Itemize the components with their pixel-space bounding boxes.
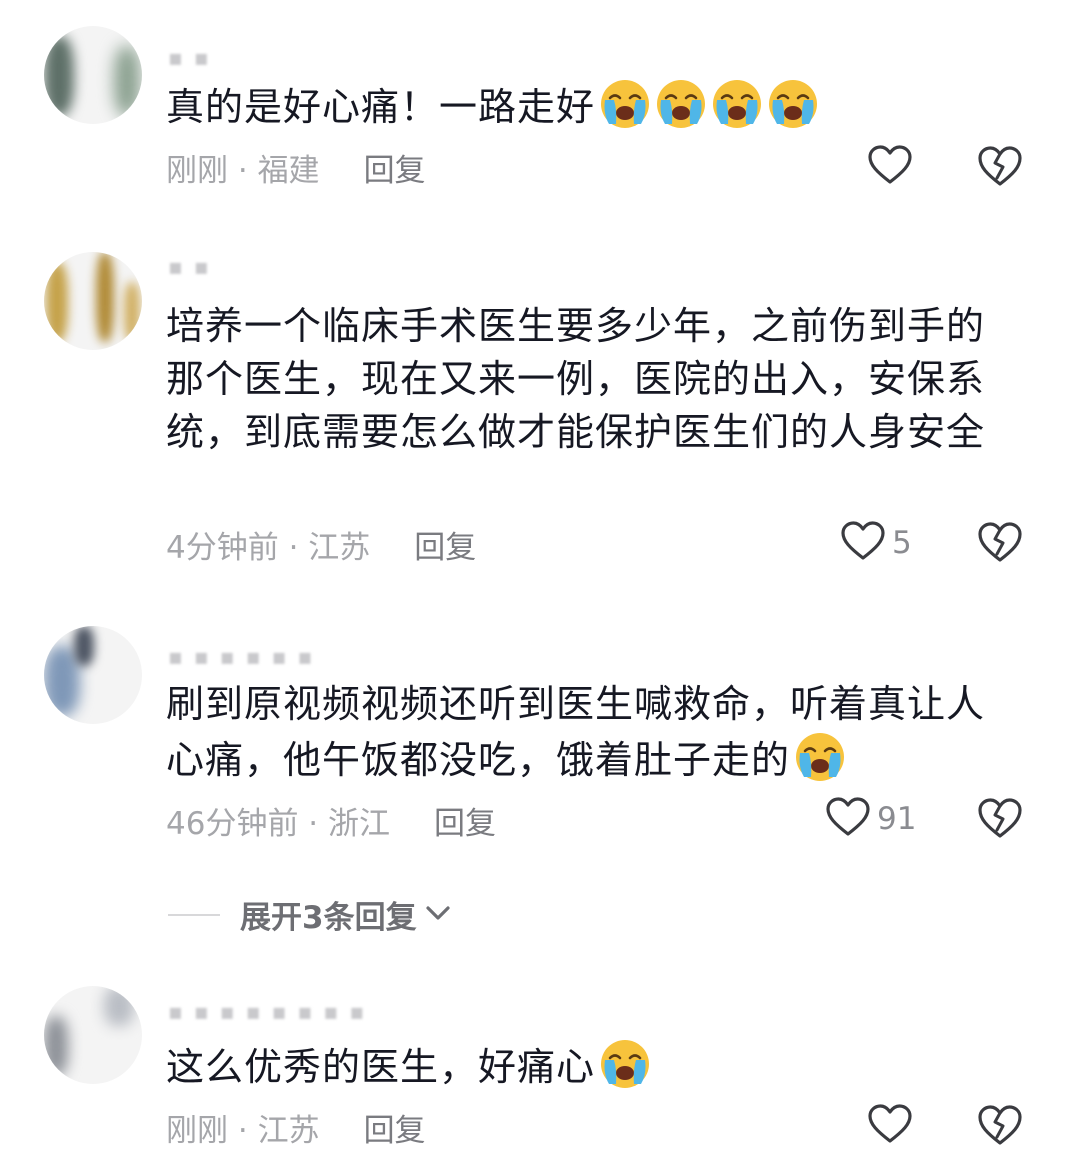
dislike-button[interactable]: [976, 520, 1024, 564]
comment-meta: 4分钟前 · 江苏 回复: [166, 522, 476, 567]
emoji-group: [595, 80, 819, 129]
username[interactable]: ▪ ▪: [168, 255, 228, 281]
like-count: 5: [892, 525, 912, 561]
comment-meta: 46分钟前 · 浙江 回复: [166, 798, 496, 843]
broken-heart-icon: [976, 146, 1024, 192]
comment-text-content: 培养一个临床手术医生要多少年，之前伤到手的那个医生，现在又来一例，医院的出入，安…: [166, 304, 986, 454]
comment-text-content: 真的是好心痛！一路走好: [166, 85, 596, 129]
location: 江苏: [257, 1113, 320, 1149]
timestamp: 46分钟前: [166, 806, 299, 842]
meta-separator: ·: [278, 530, 309, 566]
heart-outline-icon: [825, 796, 871, 842]
meta-separator: ·: [228, 153, 258, 189]
dislike-button[interactable]: [976, 796, 1024, 840]
timestamp: 刚刚: [166, 153, 228, 189]
emoji-group: [595, 1040, 651, 1089]
username[interactable]: ▪ ▪ ▪: [168, 46, 228, 72]
heart-outline-icon: [840, 520, 886, 566]
crying-face-emoji-icon: [599, 1038, 651, 1090]
broken-heart-icon: [976, 1105, 1024, 1150]
chevron-down-icon: [417, 901, 453, 929]
reply-button[interactable]: 回复: [364, 1113, 426, 1149]
timestamp: 刚刚: [166, 1113, 228, 1149]
comment-meta: 刚刚 · 福建 回复: [166, 145, 426, 190]
heart-outline-icon: [867, 144, 913, 190]
comment-text-content: 刷到原视频视频还听到医生喊救命，听着真让人心痛，他午饭都没吃，饿着肚子走的: [166, 682, 986, 782]
meta-separator: ·: [298, 806, 329, 842]
timestamp: 4分钟前: [166, 530, 279, 566]
avatar[interactable]: [44, 986, 142, 1084]
emoji-group: [790, 733, 846, 782]
location: 福建: [257, 153, 320, 189]
avatar[interactable]: [44, 26, 142, 124]
dislike-button[interactable]: [976, 144, 1024, 188]
like-button[interactable]: [867, 144, 919, 190]
expand-replies-button[interactable]: 展开3条回复: [168, 892, 453, 937]
like-count: 91: [877, 801, 917, 837]
broken-heart-icon: [976, 798, 1024, 844]
expand-divider: [168, 913, 220, 916]
like-button[interactable]: [867, 1103, 919, 1149]
location: 江苏: [308, 530, 371, 566]
comment-text: 刷到原视频视频还听到医生喊救命，听着真让人心痛，他午饭都没吃，饿着肚子走的: [166, 678, 1006, 787]
like-button[interactable]: 5: [840, 520, 912, 566]
location: 浙江: [328, 806, 391, 842]
reply-button[interactable]: 回复: [434, 806, 496, 842]
crying-face-emoji-icon: [711, 78, 763, 130]
expand-replies-label: 展开3条回复: [240, 900, 417, 936]
comment-meta: 刚刚 · 江苏 回复: [166, 1105, 426, 1150]
comment-text: 这么优秀的医生，好痛心: [166, 1038, 1006, 1094]
comment-text: 培养一个临床手术医生要多少年，之前伤到手的那个医生，现在又来一例，医院的出入，安…: [166, 300, 1006, 459]
meta-separator: ·: [228, 1113, 258, 1149]
avatar[interactable]: [44, 626, 142, 724]
comment-text: 真的是好心痛！一路走好: [166, 78, 1006, 134]
reply-button[interactable]: 回复: [414, 530, 476, 566]
crying-face-emoji-icon: [655, 78, 707, 130]
dislike-button[interactable]: [976, 1103, 1024, 1147]
username[interactable]: ▪ ▪ ▪ ▪ ▪ ▪: [168, 645, 348, 671]
like-button[interactable]: 91: [825, 796, 916, 842]
crying-face-emoji-icon: [794, 731, 846, 783]
broken-heart-icon: [976, 522, 1024, 568]
crying-face-emoji-icon: [599, 78, 651, 130]
avatar[interactable]: [44, 252, 142, 350]
username[interactable]: ▪ ▪ ▪ ▪ ▪ ▪ ▪ ▪: [168, 1000, 438, 1026]
comment-text-content: 这么优秀的医生，好痛心: [166, 1045, 596, 1089]
heart-outline-icon: [867, 1103, 913, 1149]
reply-button[interactable]: 回复: [364, 153, 426, 189]
crying-face-emoji-icon: [767, 78, 819, 130]
